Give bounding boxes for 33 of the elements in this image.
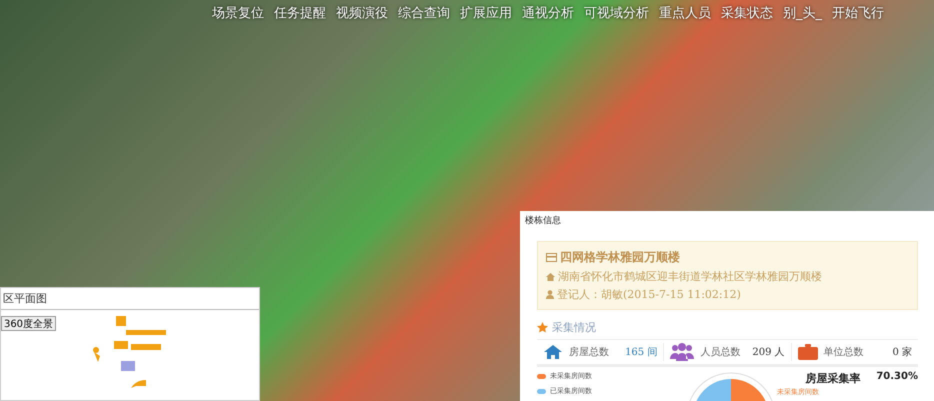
people-icon — [670, 343, 694, 361]
panel-title: 楼栋信息 — [525, 214, 562, 227]
menu-item[interactable]: 综合查询 — [398, 4, 450, 22]
person-icon — [546, 290, 554, 299]
briefcase-icon — [798, 344, 818, 360]
rate-label: 房屋采集率 — [805, 371, 860, 386]
panorama-button[interactable]: 360度全景 — [1, 316, 56, 331]
address-text: 湖南省怀化市鹤城区迎丰街道学林社区学林雅园万顺楼 — [558, 269, 822, 284]
registrant-text: 登记人：胡敏(2015-7-15 11:02:12) — [557, 287, 741, 302]
stat-value: 209 人 — [752, 346, 785, 359]
menu-item[interactable]: 可视域分析 — [584, 4, 649, 22]
stat-value: 165 间 — [625, 346, 658, 359]
menu-item[interactable]: 通视分析 — [522, 4, 574, 22]
panel-title: 区平面图 — [1, 288, 259, 310]
stat-label: 单位总数 — [824, 346, 865, 359]
house-icon — [543, 344, 563, 360]
menu-item[interactable]: 任务提醒 — [274, 4, 326, 22]
menu-item[interactable]: 场景复位 — [212, 4, 264, 22]
rate-value: 70.30% — [876, 371, 918, 382]
menu-item[interactable]: 视频演役 — [336, 4, 388, 22]
stat-label: 房屋总数 — [569, 346, 610, 359]
card-icon — [546, 253, 557, 262]
menu-item[interactable]: 别_头_ — [783, 4, 822, 22]
building-name: 四网格学林雅园万顺楼 — [560, 249, 680, 266]
menu-item[interactable]: 开始飞行 — [832, 4, 884, 22]
stat-value: 0 家 — [892, 346, 912, 359]
section-title: 采集情况 — [552, 320, 596, 335]
star-icon — [537, 322, 548, 333]
home-icon — [546, 272, 555, 280]
menu-item[interactable]: 重点人员 — [659, 4, 711, 22]
menu-item[interactable]: 扩展应用 — [460, 4, 512, 22]
menu-item[interactable]: 采集状态 — [721, 4, 773, 22]
stat-label: 人员总数 — [700, 346, 742, 359]
